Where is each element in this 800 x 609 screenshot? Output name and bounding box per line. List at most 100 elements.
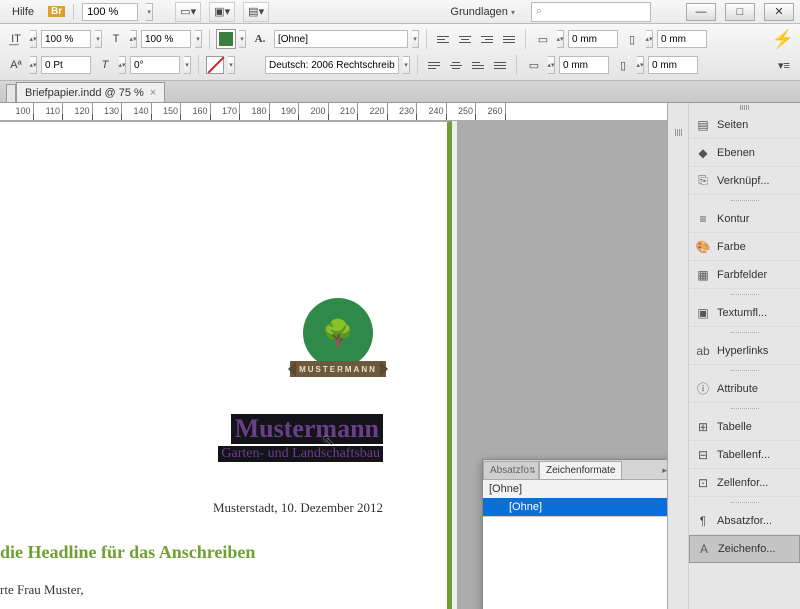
- tabelle-icon: ⊞: [695, 419, 711, 435]
- dock-label: Hyperlinks: [717, 345, 768, 357]
- inset-bottom-field[interactable]: [559, 56, 609, 74]
- caret[interactable]: ▾: [195, 30, 202, 48]
- dock-zellenformate[interactable]: ⊡Zellenfor...: [689, 469, 800, 497]
- language-field[interactable]: [265, 56, 399, 74]
- quick-apply-icon[interactable]: ⚡: [772, 29, 794, 50]
- stroke-swatch[interactable]: [206, 56, 224, 74]
- leading-field[interactable]: [41, 30, 91, 48]
- company-logo[interactable]: 🌳 MUSTERMANN: [280, 298, 396, 377]
- dock-absatzformate[interactable]: ¶Absatzfor...: [689, 507, 800, 535]
- fill-swatch[interactable]: [217, 30, 235, 48]
- zoom-field[interactable]: [82, 3, 138, 21]
- align-left-icon[interactable]: [434, 30, 452, 48]
- scale-field[interactable]: [141, 30, 191, 48]
- panel-menu-icon[interactable]: ▾≡: [774, 55, 794, 75]
- justify-icon[interactable]: [500, 30, 518, 48]
- dock-label: Farbfelder: [717, 269, 767, 281]
- baseline-field[interactable]: [41, 56, 91, 74]
- align-top-icon[interactable]: [425, 56, 443, 74]
- inset-top-icon: ▭: [533, 29, 553, 49]
- ruler-tick: 260: [476, 103, 506, 120]
- stepper[interactable]: ▴▾: [637, 56, 644, 74]
- align-right-icon[interactable]: [478, 30, 496, 48]
- ruler-tick: 190: [270, 103, 300, 120]
- caret[interactable]: ▾: [184, 56, 191, 74]
- stepper[interactable]: ▴▾: [30, 56, 37, 74]
- caret[interactable]: ▾: [95, 30, 102, 48]
- document-tab[interactable]: Briefpapier.indd @ 75 % ×: [16, 82, 165, 102]
- company-tagline[interactable]: Garten- und Landschaftsbau: [218, 446, 383, 462]
- stepper[interactable]: ▴▾: [646, 30, 653, 48]
- stepper[interactable]: ▴▾: [548, 56, 555, 74]
- dock-textumfluss[interactable]: ▣Textumfl...: [689, 299, 800, 327]
- company-name[interactable]: Mustermann: [231, 414, 383, 444]
- dock-tabellenformate[interactable]: ⊟Tabellenf...: [689, 441, 800, 469]
- tab-paragraph-styles[interactable]: Absatzfo⇅: [483, 461, 539, 479]
- skew-field[interactable]: [130, 56, 180, 74]
- inset-left-field[interactable]: [657, 30, 707, 48]
- bridge-badge[interactable]: Br: [48, 6, 65, 17]
- stepper[interactable]: ▴▾: [119, 56, 126, 74]
- dock-divider: [689, 403, 800, 413]
- maximize-button[interactable]: □: [725, 3, 755, 21]
- search-field[interactable]: ⌕: [531, 2, 651, 22]
- canvas[interactable]: 1001101201301401501601701801902002102202…: [0, 103, 688, 609]
- inset-left-icon: ▯: [622, 29, 642, 49]
- character-styles-panel[interactable]: Absatzfo⇅ Zeichenformate ▸▸ ▾≡ [Ohne] ⚡ …: [482, 459, 688, 609]
- screen-mode-icon[interactable]: ▣▾: [209, 2, 235, 22]
- farbfelder-icon: ▦: [695, 267, 711, 283]
- textumfluss-icon: ▣: [695, 305, 711, 321]
- workspace-switcher[interactable]: Grundlagen ▾: [442, 4, 523, 20]
- align-center-icon[interactable]: [456, 30, 474, 48]
- ruler-tick: 200: [299, 103, 329, 120]
- align-mid-icon[interactable]: [447, 56, 465, 74]
- minimize-button[interactable]: —: [686, 3, 716, 21]
- caret[interactable]: ▾: [412, 30, 419, 48]
- dock-label: Attribute: [717, 383, 758, 395]
- stepper[interactable]: ▴▾: [130, 30, 137, 48]
- style-item-selected[interactable]: [Ohne] ✎: [483, 498, 687, 516]
- caret[interactable]: ▾: [228, 56, 235, 74]
- dock-divider: [689, 497, 800, 507]
- tab-character-styles[interactable]: Zeichenformate: [539, 461, 622, 479]
- stepper[interactable]: ▴▾: [557, 30, 564, 48]
- dock-verknuepfungen[interactable]: ⎘Verknüpf...: [689, 167, 800, 195]
- dock-farbfelder[interactable]: ▦ Farbfelder: [689, 261, 800, 289]
- dock-attribute[interactable]: ⓘAttribute: [689, 375, 800, 403]
- panel-current-style[interactable]: [Ohne] ⚡: [483, 480, 687, 498]
- letter-date[interactable]: Musterstadt, 10. Dezember 2012: [213, 500, 383, 516]
- caret[interactable]: ▾: [239, 30, 246, 48]
- menu-help[interactable]: Hilfe: [6, 4, 40, 20]
- close-tab-icon[interactable]: ×: [150, 87, 156, 99]
- dock-kontur[interactable]: ≡Kontur: [689, 205, 800, 233]
- dock-seiten[interactable]: ▤Seiten: [689, 111, 800, 139]
- dock-expand-strip[interactable]: [667, 103, 689, 609]
- caret[interactable]: ▾: [403, 56, 410, 74]
- inset-top-field[interactable]: [568, 30, 618, 48]
- stepper[interactable]: ▴▾: [30, 30, 37, 48]
- close-window-button[interactable]: ✕: [764, 3, 794, 21]
- ruler-tick: 220: [358, 103, 388, 120]
- zoom-caret[interactable]: ▾: [146, 3, 153, 21]
- tab-overflow-icon[interactable]: [6, 84, 16, 102]
- menu-bar: Hilfe Br ▾ ▭▾ ▣▾ ▤▾ Grundlagen ▾ ⌕ — □ ✕: [0, 0, 800, 24]
- char-style-field[interactable]: [274, 30, 408, 48]
- dock-zeichenformate[interactable]: AZeichenfo...: [689, 535, 800, 563]
- styles-list[interactable]: ▲: [483, 516, 687, 609]
- align-bot-icon[interactable]: [469, 56, 487, 74]
- arrange-icon[interactable]: ▤▾: [243, 2, 269, 22]
- ruler-tick: 110: [34, 103, 64, 120]
- letter-headline[interactable]: die Headline für das Anschreiben: [0, 542, 255, 563]
- inset-right-field[interactable]: [648, 56, 698, 74]
- dock-hyperlinks[interactable]: abHyperlinks: [689, 337, 800, 365]
- zeichenformate-icon: A: [696, 541, 712, 557]
- dock-farbe[interactable]: 🎨Farbe: [689, 233, 800, 261]
- document-tab-strip: Briefpapier.indd @ 75 % ×: [0, 81, 800, 103]
- dock-ebenen[interactable]: ◆Ebenen: [689, 139, 800, 167]
- page[interactable]: 🌳 MUSTERMANN Mustermann ↖ Garten- und La…: [0, 121, 452, 609]
- dock-tabelle[interactable]: ⊞Tabelle: [689, 413, 800, 441]
- justify-all-icon[interactable]: [491, 56, 509, 74]
- view-options-icon[interactable]: ▭▾: [175, 2, 201, 22]
- dock-grip[interactable]: [689, 103, 800, 111]
- letter-salutation[interactable]: rte Frau Muster,: [0, 582, 84, 598]
